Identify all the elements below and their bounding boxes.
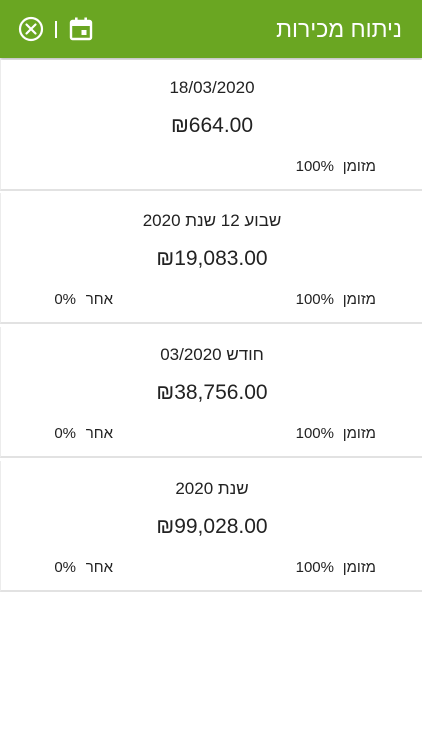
sales-card-year[interactable]: שנת 2020 ₪99,028.00 מזומן 100% אחר 0% (0, 461, 422, 592)
cash-percent: 100% (295, 559, 334, 576)
other-label: אחר (85, 291, 113, 308)
card-amount: ₪19,083.00 (156, 247, 268, 270)
card-amount: ₪664.00 (170, 114, 254, 137)
cash-label: מזומן (342, 425, 376, 442)
sales-card-week[interactable]: שבוע 12 שנת 2020 ₪19,083.00 מזומן 100% א… (0, 193, 422, 324)
card-amount: ₪99,028.00 (156, 515, 268, 538)
card-period: שנת 2020 (175, 479, 249, 498)
app-bar: ניתוח מכירות (0, 0, 422, 58)
card-amount: ₪38,756.00 (156, 381, 268, 404)
card-period: שבוע 12 שנת 2020 (142, 211, 282, 230)
sales-card-month[interactable]: חודש 03/2020 ₪38,756.00 מזומן 100% אחר 0… (0, 327, 422, 458)
cash-label: מזומן (342, 291, 376, 308)
calendar-icon[interactable] (68, 16, 94, 42)
sales-analysis-screen: ניתוח מכירות 18/03/2020 ₪664.00 מזומן 10… (0, 0, 422, 750)
cash-percent: 100% (295, 425, 334, 442)
toolbar-divider (55, 21, 57, 38)
other-label: אחר (85, 425, 113, 442)
other-percent: 0% (54, 291, 76, 308)
page-title: ניתוח מכירות (276, 16, 402, 42)
card-period: 18/03/2020 (169, 78, 255, 97)
cash-label: מזומן (342, 158, 376, 175)
cash-label: מזומן (342, 559, 376, 576)
other-label: אחר (85, 559, 113, 576)
other-percent: 0% (54, 425, 76, 442)
cash-percent: 100% (295, 158, 334, 175)
other-percent: 0% (54, 559, 76, 576)
sales-card-day[interactable]: 18/03/2020 ₪664.00 מזומן 100% (0, 60, 422, 191)
card-period: חודש 03/2020 (160, 345, 264, 364)
cash-percent: 100% (295, 291, 334, 308)
close-icon[interactable] (17, 15, 45, 43)
